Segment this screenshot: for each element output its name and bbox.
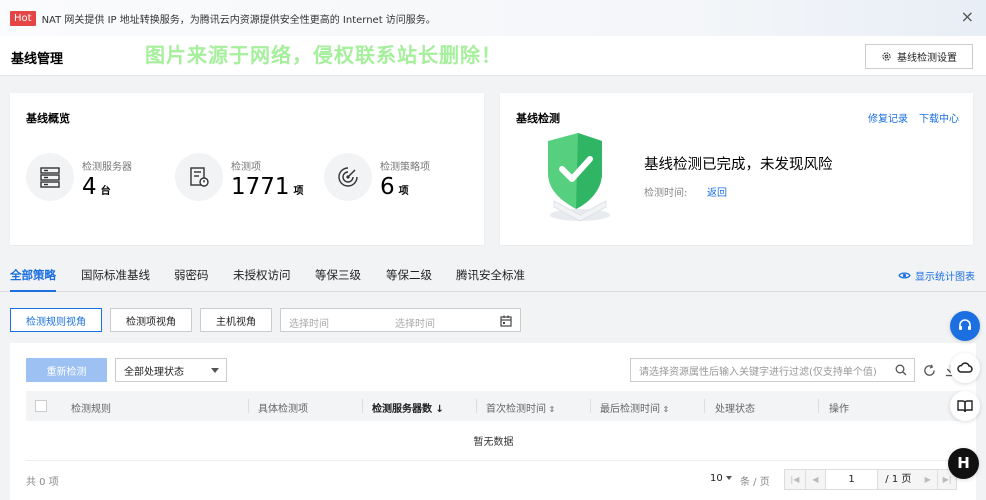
search-placeholder: 请选择资源属性后输入关键字进行过滤(仅支持单个值) xyxy=(639,366,877,378)
docs-button[interactable] xyxy=(950,391,980,421)
community-button[interactable] xyxy=(950,353,980,383)
caret-down-icon xyxy=(211,368,219,373)
radar-icon xyxy=(324,153,372,201)
close-icon[interactable]: × xyxy=(961,9,974,25)
column-divider xyxy=(704,399,705,413)
back-link[interactable]: 返回 xyxy=(707,184,727,199)
eye-icon xyxy=(898,272,911,279)
sort-icon: ⇕ xyxy=(546,405,556,414)
start-time-input[interactable]: 选择时间 xyxy=(289,315,329,330)
tab-level-3-protection[interactable]: 等保三级 xyxy=(315,267,361,283)
stat-label: 检测策略项 xyxy=(380,162,430,173)
first-page-icon[interactable]: |◀ xyxy=(785,470,806,489)
watermark-text: 图片来源于网络，侵权联系站长删除！ xyxy=(145,43,502,67)
promo-banner: Hot NAT 网关提供 IP 地址转换服务，为腾讯云内资源提供安全性更高的 I… xyxy=(0,0,986,36)
column-header-sortable[interactable]: 首次检测时间 ⇕ xyxy=(486,400,555,415)
cloud-chat-icon xyxy=(957,362,973,373)
help-button[interactable]: H xyxy=(948,448,979,479)
select-all-checkbox[interactable] xyxy=(35,400,47,412)
pagination: |◀ ◀ 1 / 1 页 ▶ ▶| xyxy=(784,469,957,490)
calendar-icon[interactable] xyxy=(500,315,512,327)
column-header: 处理状态 xyxy=(715,404,755,415)
page-size-select[interactable]: 10 xyxy=(710,473,732,484)
overview-title: 基线概览 xyxy=(26,112,70,125)
stat-value: 4台 xyxy=(82,174,111,200)
page-total: / 1 页 xyxy=(878,470,919,489)
prev-page-icon[interactable]: ◀ xyxy=(805,470,825,489)
caret-down-icon xyxy=(725,476,732,480)
download-center-link[interactable]: 下载中心 xyxy=(919,110,959,125)
baseline-settings-button[interactable]: 基线检测设置 xyxy=(865,44,973,69)
server-icon xyxy=(26,153,74,201)
column-header-sortable[interactable]: 检测服务器数 ↓ xyxy=(372,400,444,415)
column-divider xyxy=(362,399,363,413)
stat-label: 检测项 xyxy=(231,162,261,173)
gear-icon xyxy=(882,52,891,61)
tab-all-policies[interactable]: 全部策略 xyxy=(10,267,56,283)
stat-value: 1771 项 xyxy=(231,174,304,200)
detection-card: 基线检测 修复记录 下载中心 基线检测已完成，未发现风险 检测时间: 返回 xyxy=(500,93,973,245)
date-range-picker[interactable]: 选择时间 选择时间 xyxy=(280,308,521,332)
detection-status: 基线检测已完成，未发现风险 xyxy=(644,157,833,173)
shield-check-icon xyxy=(538,131,622,228)
refresh-icon[interactable] xyxy=(923,364,936,377)
repair-records-link[interactable]: 修复记录 xyxy=(868,110,908,125)
hot-badge: Hot xyxy=(10,10,36,26)
search-icon[interactable] xyxy=(895,364,907,376)
tab-unauthorized-access[interactable]: 未授权访问 xyxy=(233,267,291,283)
policy-tabs: 全部策略 国际标准基线 弱密码 未授权访问 等保三级 等保二级 腾讯安全标准 显… xyxy=(0,246,986,292)
column-divider xyxy=(590,399,591,413)
results-table-card: 重新检测 全部处理状态 请选择资源属性后输入关键字进行过滤(仅支持单个值) 检测… xyxy=(10,343,976,500)
column-header: 操作 xyxy=(829,404,849,415)
view-by-item-button[interactable]: 检测项视角 xyxy=(110,308,192,332)
detection-title: 基线检测 xyxy=(516,112,560,125)
column-header: 具体检测项 xyxy=(258,404,308,415)
active-tab-indicator xyxy=(10,290,56,292)
help-logo-icon: H xyxy=(957,454,970,472)
page-title: 基线管理 xyxy=(11,52,64,67)
settings-button-label: 基线检测设置 xyxy=(897,53,957,64)
show-chart-label: 显示统计图表 xyxy=(915,272,975,283)
column-divider xyxy=(476,399,477,413)
banner-text: NAT 网关提供 IP 地址转换服务，为腾讯云内资源提供安全性更高的 Inter… xyxy=(41,14,436,26)
stat-value: 6项 xyxy=(380,174,409,200)
sort-icon: ⇕ xyxy=(660,405,670,414)
column-header: 检测规则 xyxy=(71,404,111,415)
empty-state: 暂无数据 xyxy=(26,421,961,461)
sort-desc-icon: ↓ xyxy=(432,404,444,415)
per-page-label: 条 / 页 xyxy=(740,477,770,488)
search-input[interactable]: 请选择资源属性后输入关键字进行过滤(仅支持单个值) xyxy=(630,358,915,382)
column-divider xyxy=(248,399,249,413)
view-by-host-button[interactable]: 主机视角 xyxy=(200,308,272,332)
tab-level-2-protection[interactable]: 等保二级 xyxy=(386,267,432,283)
checklist-icon xyxy=(175,153,223,201)
view-by-rule-button[interactable]: 检测规则视角 xyxy=(10,308,102,332)
table-header: 检测规则 具体检测项 检测服务器数 ↓ 首次检测时间 ⇕ 最后检测时间 ⇕ 处理… xyxy=(26,391,961,421)
status-select-value: 全部处理状态 xyxy=(124,366,184,378)
page-number-input[interactable]: 1 xyxy=(824,470,879,489)
rescan-button[interactable]: 重新检测 xyxy=(26,358,107,382)
detection-time-label: 检测时间: xyxy=(644,188,688,199)
book-icon xyxy=(957,400,973,413)
status-filter-select[interactable]: 全部处理状态 xyxy=(115,358,227,382)
end-time-input[interactable]: 选择时间 xyxy=(395,315,435,330)
headset-icon xyxy=(959,319,971,330)
customer-service-button[interactable] xyxy=(950,311,980,341)
show-chart-toggle[interactable]: 显示统计图表 xyxy=(898,268,975,283)
tab-weak-password[interactable]: 弱密码 xyxy=(174,267,209,283)
next-page-icon[interactable]: ▶ xyxy=(918,470,938,489)
column-header-sortable[interactable]: 最后检测时间 ⇕ xyxy=(600,400,669,415)
stat-label: 检测服务器 xyxy=(82,162,132,173)
tab-international-baseline[interactable]: 国际标准基线 xyxy=(81,267,150,283)
column-divider xyxy=(818,399,819,413)
page-header: 基线管理 图片来源于网络，侵权联系站长删除！ 基线检测设置 xyxy=(0,36,986,76)
overview-card: 基线概览 检测服务器 4台 检测项 1771 项 检测策略项 6项 xyxy=(10,93,484,245)
total-count: 共 0 项 xyxy=(26,477,59,488)
tab-tencent-security-standard[interactable]: 腾讯安全标准 xyxy=(456,267,525,283)
